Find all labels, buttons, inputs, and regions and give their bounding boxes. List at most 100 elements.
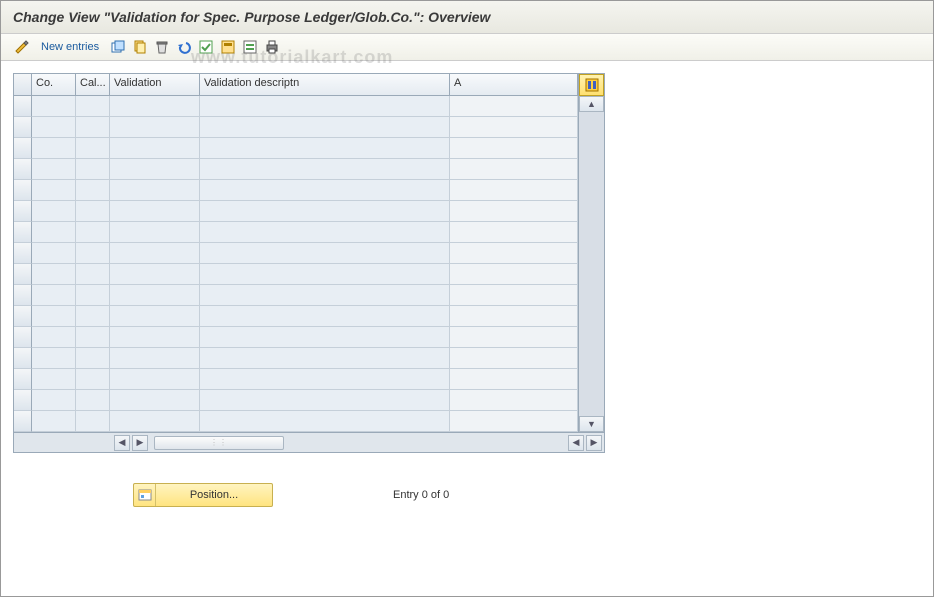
- cell-cal[interactable]: [76, 348, 110, 369]
- cell-descriptn[interactable]: [200, 117, 450, 138]
- cell-validation[interactable]: [110, 96, 200, 117]
- cell-validation[interactable]: [110, 138, 200, 159]
- cell-co[interactable]: [32, 117, 76, 138]
- cell-cal[interactable]: [76, 243, 110, 264]
- cell-a[interactable]: [450, 411, 578, 432]
- cell-a[interactable]: [450, 117, 578, 138]
- cell-descriptn[interactable]: [200, 159, 450, 180]
- cell-co[interactable]: [32, 306, 76, 327]
- row-selector[interactable]: [14, 369, 32, 390]
- cell-a[interactable]: [450, 348, 578, 369]
- row-selector[interactable]: [14, 411, 32, 432]
- cell-cal[interactable]: [76, 222, 110, 243]
- cell-descriptn[interactable]: [200, 96, 450, 117]
- copy-icon[interactable]: [131, 38, 149, 56]
- cell-a[interactable]: [450, 390, 578, 411]
- cell-a[interactable]: [450, 243, 578, 264]
- scroll-left-button[interactable]: ▶: [132, 435, 148, 451]
- scroll-right-button[interactable]: ◀: [568, 435, 584, 451]
- cell-co[interactable]: [32, 201, 76, 222]
- cell-a[interactable]: [450, 180, 578, 201]
- cell-cal[interactable]: [76, 96, 110, 117]
- cell-cal[interactable]: [76, 180, 110, 201]
- cell-co[interactable]: [32, 243, 76, 264]
- cell-co[interactable]: [32, 411, 76, 432]
- cell-cal[interactable]: [76, 264, 110, 285]
- cell-a[interactable]: [450, 264, 578, 285]
- row-selector-header[interactable]: [14, 74, 32, 95]
- table-settings-button[interactable]: [579, 74, 604, 96]
- cell-a[interactable]: [450, 201, 578, 222]
- cell-a[interactable]: [450, 369, 578, 390]
- cell-a[interactable]: [450, 159, 578, 180]
- column-header-descriptn[interactable]: Validation descriptn: [200, 74, 450, 95]
- cell-descriptn[interactable]: [200, 348, 450, 369]
- cell-a[interactable]: [450, 285, 578, 306]
- cell-validation[interactable]: [110, 222, 200, 243]
- cell-cal[interactable]: [76, 390, 110, 411]
- cell-a[interactable]: [450, 96, 578, 117]
- cell-co[interactable]: [32, 264, 76, 285]
- cell-validation[interactable]: [110, 243, 200, 264]
- cell-co[interactable]: [32, 348, 76, 369]
- row-selector[interactable]: [14, 348, 32, 369]
- cell-cal[interactable]: [76, 117, 110, 138]
- cell-descriptn[interactable]: [200, 390, 450, 411]
- scroll-last-button[interactable]: ▶: [586, 435, 602, 451]
- row-selector[interactable]: [14, 138, 32, 159]
- cell-co[interactable]: [32, 222, 76, 243]
- cell-validation[interactable]: [110, 117, 200, 138]
- cell-validation[interactable]: [110, 411, 200, 432]
- cell-descriptn[interactable]: [200, 264, 450, 285]
- cell-cal[interactable]: [76, 285, 110, 306]
- scroll-down-button[interactable]: ▼: [579, 416, 604, 432]
- delete-icon[interactable]: [153, 38, 171, 56]
- cell-validation[interactable]: [110, 264, 200, 285]
- cell-validation[interactable]: [110, 306, 200, 327]
- deselect-all-icon[interactable]: [241, 38, 259, 56]
- cell-validation[interactable]: [110, 348, 200, 369]
- scroll-first-button[interactable]: ◀: [114, 435, 130, 451]
- row-selector[interactable]: [14, 96, 32, 117]
- cell-validation[interactable]: [110, 369, 200, 390]
- cell-cal[interactable]: [76, 138, 110, 159]
- column-header-validation[interactable]: Validation: [110, 74, 200, 95]
- row-selector[interactable]: [14, 180, 32, 201]
- row-selector[interactable]: [14, 201, 32, 222]
- cell-validation[interactable]: [110, 201, 200, 222]
- cell-a[interactable]: [450, 138, 578, 159]
- cell-descriptn[interactable]: [200, 285, 450, 306]
- cell-cal[interactable]: [76, 201, 110, 222]
- row-selector[interactable]: [14, 306, 32, 327]
- new-entries-button[interactable]: New entries: [35, 39, 105, 55]
- print-icon[interactable]: [263, 38, 281, 56]
- position-button[interactable]: Position...: [133, 483, 273, 507]
- cell-co[interactable]: [32, 369, 76, 390]
- cell-descriptn[interactable]: [200, 306, 450, 327]
- cell-descriptn[interactable]: [200, 138, 450, 159]
- cell-a[interactable]: [450, 306, 578, 327]
- cell-cal[interactable]: [76, 159, 110, 180]
- cell-validation[interactable]: [110, 390, 200, 411]
- cell-validation[interactable]: [110, 180, 200, 201]
- row-selector[interactable]: [14, 390, 32, 411]
- cell-cal[interactable]: [76, 411, 110, 432]
- row-selector[interactable]: [14, 327, 32, 348]
- toggle-display-change-icon[interactable]: [13, 38, 31, 56]
- select-all-icon[interactable]: [197, 38, 215, 56]
- cell-descriptn[interactable]: [200, 201, 450, 222]
- scroll-track-vertical[interactable]: [579, 112, 604, 416]
- row-selector[interactable]: [14, 285, 32, 306]
- cell-co[interactable]: [32, 180, 76, 201]
- cell-a[interactable]: [450, 222, 578, 243]
- undo-icon[interactable]: [175, 38, 193, 56]
- cell-co[interactable]: [32, 96, 76, 117]
- row-selector[interactable]: [14, 264, 32, 285]
- cell-descriptn[interactable]: [200, 327, 450, 348]
- cell-co[interactable]: [32, 138, 76, 159]
- row-selector[interactable]: [14, 222, 32, 243]
- cell-descriptn[interactable]: [200, 411, 450, 432]
- select-block-icon[interactable]: [219, 38, 237, 56]
- cell-cal[interactable]: [76, 306, 110, 327]
- cell-validation[interactable]: [110, 327, 200, 348]
